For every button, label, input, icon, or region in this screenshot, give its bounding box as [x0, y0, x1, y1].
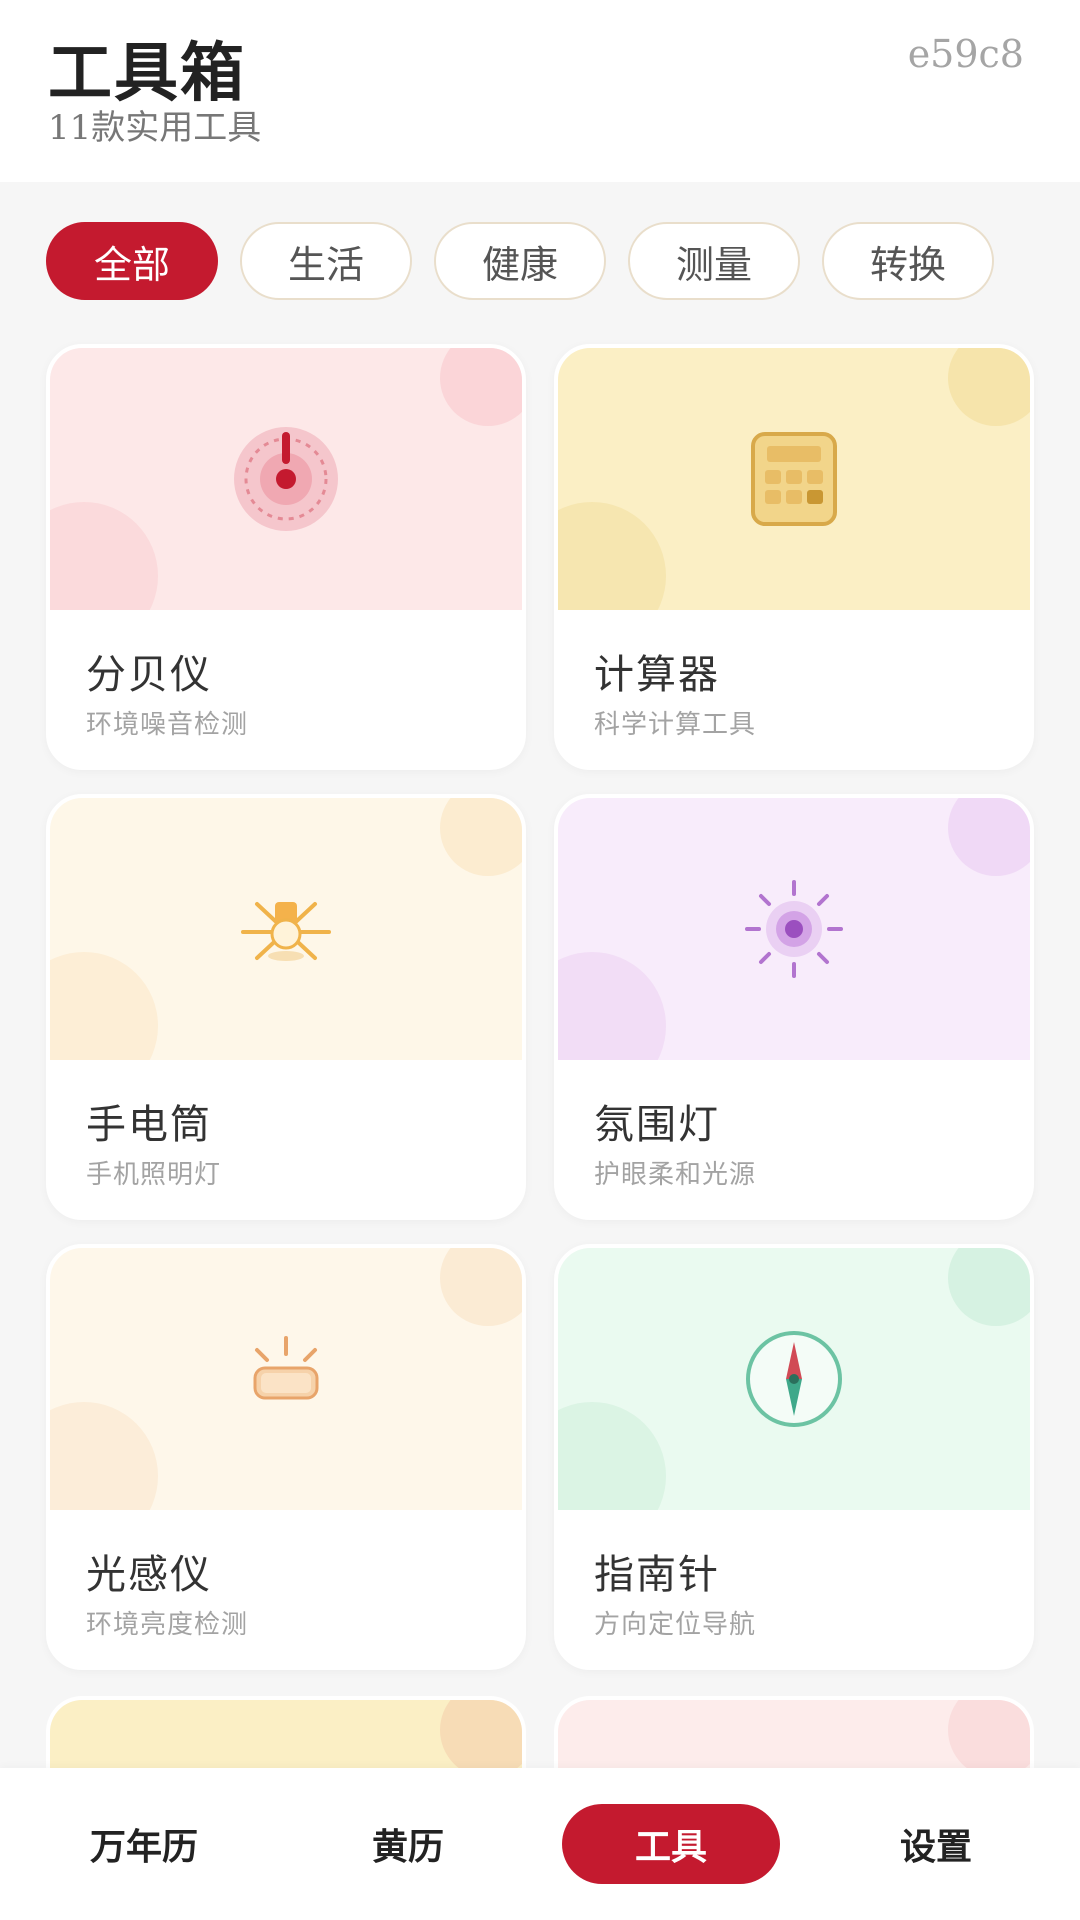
decor-circle: [50, 952, 158, 1060]
tool-name: 手电筒: [86, 1102, 212, 1148]
decibel-icon: [234, 427, 338, 531]
calculator-icon: [751, 432, 837, 526]
filter-chip-health[interactable]: 健康: [434, 222, 606, 300]
tool-name: 指南针: [594, 1552, 720, 1598]
tool-desc: 方向定位导航: [594, 1610, 757, 1640]
tool-name: 分贝仪: [86, 652, 212, 698]
decor-circle: [50, 1402, 158, 1510]
tool-grid: 分贝仪 环境噪音检测 计算器 科学计算工具 手电筒 手机照明灯 氛围灯 护眼柔和…: [46, 344, 1034, 1670]
decor-circle: [948, 1248, 1030, 1326]
decor-circle: [440, 348, 522, 426]
tool-name: 光感仪: [86, 1552, 212, 1598]
card-banner: [558, 798, 1030, 1060]
page-subtitle: 11款实用工具: [48, 108, 262, 148]
tab-tools[interactable]: 工具: [562, 1804, 780, 1884]
filter-chips: 全部 生活 健康 测量 转换: [46, 222, 994, 300]
decor-circle: [50, 502, 158, 610]
tool-desc: 手机照明灯: [86, 1160, 222, 1190]
tool-card-lux-meter[interactable]: 光感仪 环境亮度检测: [46, 1244, 526, 1670]
decor-circle: [440, 798, 522, 876]
filter-chip-all[interactable]: 全部: [46, 222, 218, 300]
filter-chip-life[interactable]: 生活: [240, 222, 412, 300]
flashlight-icon: [241, 902, 331, 961]
tool-name: 计算器: [594, 652, 720, 698]
tool-desc: 环境噪音检测: [86, 710, 249, 740]
tool-desc: 环境亮度检测: [86, 1610, 249, 1640]
card-banner: [50, 798, 522, 1060]
tool-desc: 科学计算工具: [594, 710, 757, 740]
decor-circle: [948, 348, 1030, 426]
tab-calendar[interactable]: 万年历: [54, 1804, 234, 1884]
header: 工具箱 11款实用工具 e59c8: [0, 0, 1080, 182]
card-banner: [558, 1248, 1030, 1510]
decor-circle: [558, 1402, 666, 1510]
color-code-label: e59c8: [907, 32, 1024, 76]
tool-card-compass[interactable]: 指南针 方向定位导航: [554, 1244, 1034, 1670]
decor-circle: [440, 1700, 522, 1778]
ambient-light-icon: [745, 880, 843, 978]
tab-almanac[interactable]: 黄历: [318, 1804, 498, 1884]
decor-circle: [440, 1248, 522, 1326]
tab-settings[interactable]: 设置: [846, 1804, 1026, 1884]
bottom-tab-bar: 万年历 黄历 工具 设置: [0, 1768, 1080, 1920]
decor-circle: [948, 1700, 1030, 1778]
filter-chip-measure[interactable]: 测量: [628, 222, 800, 300]
decor-circle: [948, 798, 1030, 876]
decor-circle: [558, 502, 666, 610]
card-banner: [558, 348, 1030, 610]
tool-desc: 护眼柔和光源: [594, 1160, 757, 1190]
tool-card-calculator[interactable]: 计算器 科学计算工具: [554, 344, 1034, 770]
filter-chip-convert[interactable]: 转换: [822, 222, 994, 300]
lux-meter-icon: [253, 1336, 319, 1400]
card-banner: [50, 1248, 522, 1510]
decor-circle: [558, 952, 666, 1060]
tool-card-flashlight[interactable]: 手电筒 手机照明灯: [46, 794, 526, 1220]
tool-card-ambient-light[interactable]: 氛围灯 护眼柔和光源: [554, 794, 1034, 1220]
tool-card-decibel[interactable]: 分贝仪 环境噪音检测: [46, 344, 526, 770]
tool-name: 氛围灯: [594, 1102, 720, 1148]
card-banner: [50, 348, 522, 610]
compass-icon: [746, 1331, 842, 1427]
